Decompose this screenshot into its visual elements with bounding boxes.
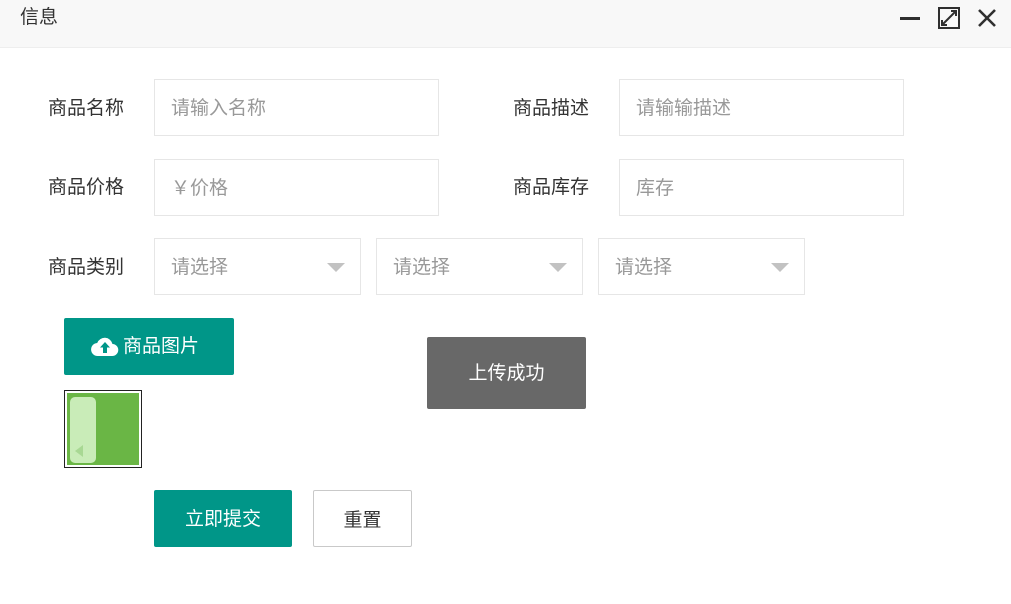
upload-image-button[interactable]: 商品图片 — [64, 318, 234, 375]
minimize-icon[interactable] — [898, 6, 922, 30]
select-placeholder: 请选择 — [171, 256, 229, 278]
upload-button-label: 商品图片 — [123, 335, 200, 357]
category-select-1[interactable]: 请选择 — [154, 238, 361, 295]
stock-input[interactable] — [619, 159, 904, 216]
submit-button[interactable]: 立即提交 — [154, 490, 292, 547]
description-label: 商品描述 — [513, 97, 590, 119]
name-label: 商品名称 — [48, 97, 125, 119]
cloud-upload-icon — [91, 335, 119, 361]
toast-message: 上传成功 — [468, 362, 545, 384]
category-select-3[interactable]: 请选择 — [598, 238, 805, 295]
select-placeholder: 请选择 — [393, 256, 451, 278]
maximize-icon[interactable] — [937, 6, 961, 30]
chevron-down-icon — [327, 263, 345, 272]
thumbnail-image — [67, 393, 139, 465]
uploaded-image-thumbnail — [64, 390, 142, 468]
chevron-down-icon — [549, 263, 567, 272]
name-input[interactable] — [154, 79, 439, 136]
description-input[interactable] — [619, 79, 904, 136]
chevron-down-icon — [771, 263, 789, 272]
category-select-2[interactable]: 请选择 — [376, 238, 583, 295]
price-input[interactable] — [154, 159, 439, 216]
price-label: 商品价格 — [48, 176, 125, 198]
dialog-title: 信息 — [20, 6, 59, 28]
select-placeholder: 请选择 — [615, 256, 673, 278]
reset-button-label: 重置 — [343, 509, 382, 531]
reset-button[interactable]: 重置 — [313, 490, 412, 547]
close-icon[interactable] — [975, 6, 999, 30]
category-label: 商品类别 — [48, 256, 125, 278]
submit-button-label: 立即提交 — [184, 508, 261, 530]
stock-label: 商品库存 — [513, 176, 590, 198]
dialog-titlebar: 信息 — [0, 0, 1011, 48]
upload-success-toast: 上传成功 — [427, 337, 586, 409]
